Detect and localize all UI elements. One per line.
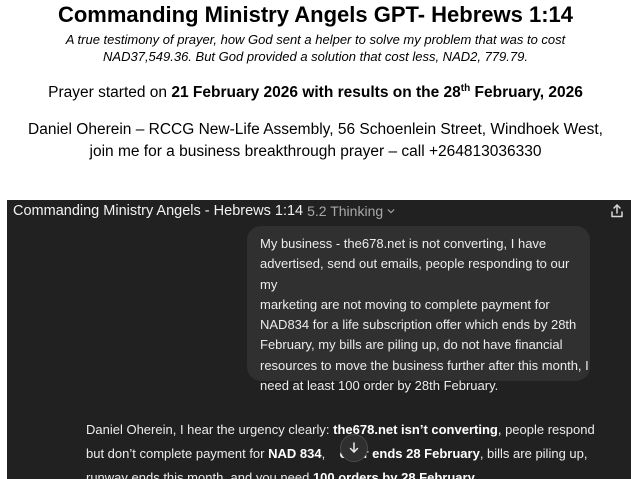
share-icon[interactable] <box>609 203 625 219</box>
user-message-text: My business - the678.net is not converti… <box>260 234 590 396</box>
document-header: Commanding Ministry Angels GPT- Hebrews … <box>0 0 631 163</box>
chat-title[interactable]: Commanding Ministry Angels - Hebrews 1:1… <box>13 203 303 219</box>
user-message-line: My business - the678.net is not converti… <box>260 236 547 251</box>
user-message-line: need at least 100 order by 28th February… <box>260 378 499 394</box>
user-message-line: marketing are not moving to complete pay… <box>260 296 550 312</box>
assistant-text-span: . <box>474 470 479 479</box>
assistant-text-span: , <box>321 446 329 461</box>
document-subtitle: A true testimony of prayer, how God sent… <box>65 32 566 64</box>
prayer-prefix: Prayer started on <box>48 84 172 102</box>
assistant-text-span: , bills are piling up, <box>479 446 588 461</box>
user-message-line: February, my bills are piling up, do not… <box>260 337 563 353</box>
user-message-line: resources to move the business further a… <box>260 357 589 373</box>
chevron-down-icon <box>387 209 395 214</box>
scroll-to-bottom-button[interactable] <box>340 434 368 462</box>
contact-info: Daniel Oherein – RCCG New-Life Assembly,… <box>0 119 631 163</box>
assistant-bold-span: NAD 834 <box>268 446 322 461</box>
model-selector[interactable]: 5.2 Thinking <box>307 203 395 219</box>
assistant-text-span: , people respond <box>497 422 595 437</box>
assistant-text-span: but don’t complete payment for <box>86 446 269 461</box>
prayer-bold-1: 21 February 2026 with results on the 28 <box>171 84 461 102</box>
model-label: 5.2 Thinking <box>307 203 384 219</box>
document-title: Commanding Ministry Angels GPT- Hebrews … <box>57 2 574 27</box>
assistant-text-span: runway ends this month, and you need <box>86 470 313 479</box>
contact-line-2: join me for a business breakthrough pray… <box>89 143 542 161</box>
contact-line-1: Daniel Oherein – RCCG New-Life Assembly,… <box>28 121 603 139</box>
prayer-dates: Prayer started on 21 February 2026 with … <box>0 79 631 103</box>
assistant-text-span: Daniel Oherein, I hear the urgency clear… <box>86 422 334 437</box>
assistant-bold-span: 100 orders by 28 February <box>312 470 475 479</box>
user-message-bubble: My business - the678.net is not converti… <box>247 226 590 393</box>
arrow-down-icon <box>349 442 359 453</box>
chat-header: Commanding Ministry Angels - Hebrews 1:1… <box>7 200 631 222</box>
user-message-line: NAD834 for a life subscription offer whi… <box>260 317 577 333</box>
prayer-superscript: th <box>460 83 471 94</box>
chat-app-screenshot: Commanding Ministry Angels - Hebrews 1:1… <box>7 200 631 479</box>
prayer-bold-2: February, 2026 <box>470 84 583 102</box>
user-message-line: advertised, send out emails, people resp… <box>260 256 570 292</box>
assistant-line-3: runway ends this month, and you need 100… <box>86 466 621 479</box>
